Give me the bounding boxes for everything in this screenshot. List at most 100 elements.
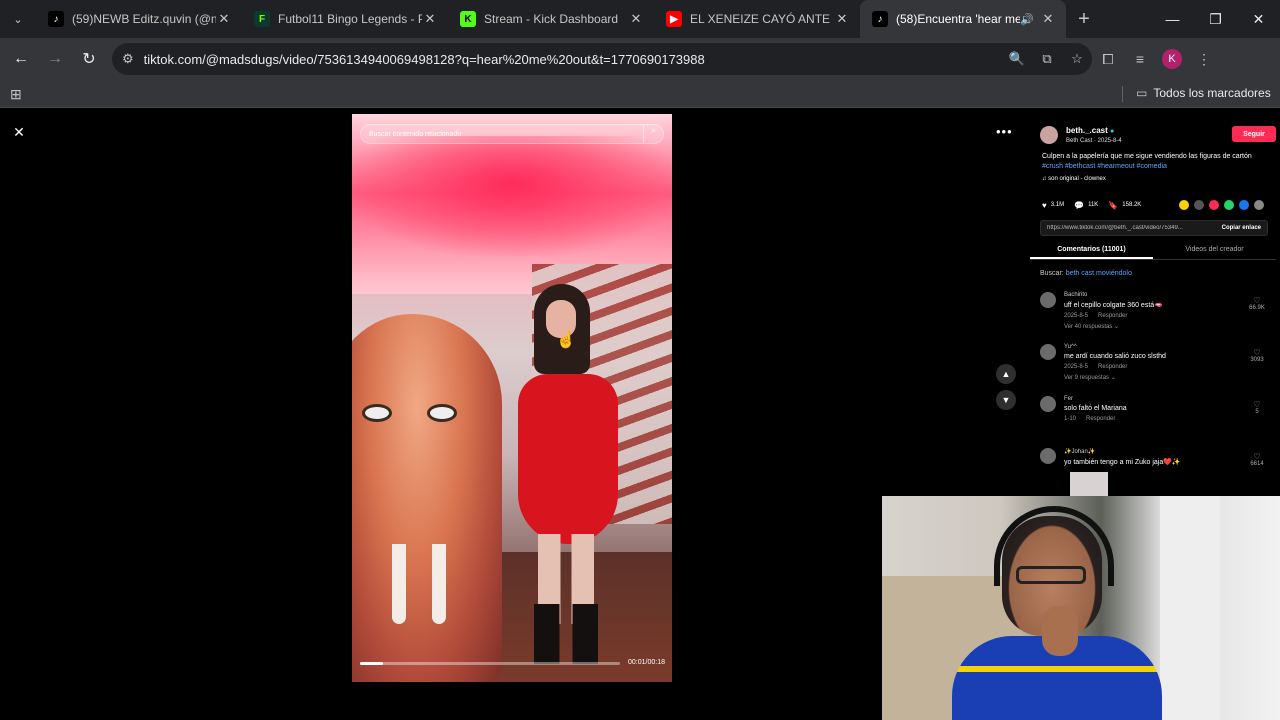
url-text[interactable]: tiktok.com/@madsdugs/video/7536134940069… <box>144 52 1002 67</box>
view-replies[interactable]: Ver 9 respuestas ⌄ <box>1064 374 1276 381</box>
whatsapp-icon[interactable] <box>1224 200 1234 210</box>
cutout-tusk <box>432 544 446 624</box>
heart-outline-icon: ♡ <box>1253 400 1261 409</box>
video-player[interactable]: Buscar contenido relacionado ⌕ ☝ 00:01/0… <box>352 114 672 682</box>
reload-button[interactable]: ↻ <box>72 42 106 76</box>
comment-image-thumbnail[interactable] <box>1070 472 1108 496</box>
author-handle[interactable]: beth._.cast ● <box>1066 126 1232 135</box>
repost-icon[interactable] <box>1179 200 1189 210</box>
post-side-panel: beth._.cast ● Beth Cast · 2025-8-4 Segui… <box>1030 126 1276 486</box>
engagement-row: ♥ 3.1M 💬 11K 🔖 158.2K <box>1042 200 1264 210</box>
reply-button[interactable]: Responder <box>1098 364 1127 370</box>
reply-button[interactable]: Responder <box>1098 313 1127 319</box>
commenter-avatar[interactable] <box>1040 396 1056 412</box>
tab-close-icon[interactable]: ✕ <box>1040 11 1056 27</box>
all-bookmarks-folder[interactable]: ▭ Todos los marcadores <box>1136 86 1271 100</box>
folder-icon: ▭ <box>1136 86 1148 100</box>
forward-button[interactable]: → <box>38 42 72 76</box>
commenter-avatar[interactable] <box>1040 448 1056 464</box>
tab-close-icon[interactable]: ✕ <box>628 11 644 27</box>
hashtags[interactable]: #crush #bethcast #hearmeout #comedia <box>1042 163 1167 170</box>
embed-icon[interactable] <box>1194 200 1204 210</box>
comments-list: Bachirito uff el cepillo colgate 360 est… <box>1030 286 1276 494</box>
video-progress-bar[interactable] <box>360 662 620 665</box>
video-frame-light <box>352 136 672 256</box>
comments-count: 11K <box>1088 202 1099 208</box>
divider <box>1122 86 1123 102</box>
tab-1[interactable]: ♪ (59)NEWB Editz.quvin (@ne ✕ <box>36 0 242 38</box>
author-avatar[interactable] <box>1040 126 1058 144</box>
panel-tabs: Comentarios (11001) Videos del creador <box>1030 240 1276 260</box>
heart-icon: ♥ <box>1042 200 1047 210</box>
cardboard-cutout-figure <box>352 314 502 682</box>
zoom-icon[interactable]: 🔍 <box>1002 51 1032 67</box>
tab-title: EL XENEIZE CAYÓ ANTE EL P <box>690 12 834 26</box>
bookmark-star-icon[interactable]: ☆ <box>1062 51 1092 67</box>
apps-grid-icon[interactable]: ⊞ <box>10 86 22 103</box>
music-link[interactable]: ♫ son original - clownex <box>1042 176 1276 182</box>
red-dress <box>518 374 618 544</box>
comment-meta: 1-10 Responder <box>1064 416 1276 422</box>
search-icon[interactable]: ⌕ <box>643 125 663 143</box>
minimize-icon[interactable]: — <box>1151 0 1194 38</box>
comment-like[interactable]: ♡ 5 <box>1242 400 1272 415</box>
tab-4[interactable]: ▶ EL XENEIZE CAYÓ ANTE EL P ✕ <box>654 0 860 38</box>
restore-icon[interactable]: ❐ <box>1194 0 1237 38</box>
back-button[interactable]: ← <box>4 42 38 76</box>
close-window-icon[interactable]: ✕ <box>1237 0 1280 38</box>
post-description: Culpen a la papelería que me sigue vendi… <box>1042 152 1264 172</box>
comment-like[interactable]: ♡ 3093 <box>1242 348 1272 363</box>
tab-close-icon[interactable]: ✕ <box>834 11 850 27</box>
follow-button[interactable]: Seguir <box>1232 126 1276 142</box>
search-placeholder: Buscar contenido relacionado <box>369 130 462 138</box>
save-stat[interactable]: 🔖 158.2K <box>1108 201 1141 210</box>
comment-item: Yu^^ me ardí cuando salió zuco slsthd 20… <box>1030 338 1276 390</box>
tab-5-active[interactable]: ♪ (58)Encuentra 'hear me o 🔊 ✕ <box>860 0 1066 38</box>
share-icons <box>1174 200 1264 210</box>
menu-icon[interactable]: ⋮ <box>1188 51 1220 68</box>
install-app-icon[interactable]: ⧉ <box>1032 51 1062 67</box>
kick-icon: K <box>460 11 476 27</box>
friends-share-icon[interactable] <box>1209 200 1219 210</box>
address-bar[interactable]: ⚙ tiktok.com/@madsdugs/video/75361349400… <box>112 43 1092 75</box>
commenter-avatar[interactable] <box>1040 344 1056 360</box>
commenter-avatar[interactable] <box>1040 292 1056 308</box>
share-arrow-icon[interactable] <box>1254 200 1264 210</box>
comment-stat[interactable]: 💬 11K <box>1074 201 1098 210</box>
browser-toolbar: ← → ↻ ⚙ tiktok.com/@madsdugs/video/75361… <box>0 38 1280 80</box>
webcam-overlay <box>882 496 1280 720</box>
copy-link-button[interactable]: Copiar enlace <box>1216 225 1267 231</box>
comment-like[interactable]: ♡ 66.9K <box>1242 296 1272 311</box>
media-controls-icon[interactable]: ≡ <box>1124 51 1156 67</box>
comment-date: 1-10 <box>1064 416 1077 422</box>
likes-count: 3.1M <box>1050 202 1065 208</box>
tab-creator-videos[interactable]: Videos del creador <box>1153 240 1276 259</box>
next-video-button[interactable]: ▼ <box>996 390 1016 410</box>
author-handle-text: beth._.cast <box>1066 126 1108 135</box>
reply-button[interactable]: Responder <box>1086 416 1115 422</box>
profile-avatar[interactable]: K <box>1162 49 1182 69</box>
tab-close-icon[interactable]: ✕ <box>422 11 438 27</box>
tab-2[interactable]: F Futbol11 Bingo Legends - Pl ✕ <box>242 0 448 38</box>
search-query[interactable]: beth cast moviéndolo <box>1066 270 1132 277</box>
related-content-search[interactable]: Buscar contenido relacionado ⌕ <box>360 124 664 144</box>
tab-comments[interactable]: Comentarios (11001) <box>1030 240 1153 259</box>
close-icon[interactable]: ✕ <box>10 124 28 142</box>
previous-video-button[interactable]: ▲ <box>996 364 1016 384</box>
comment-like[interactable]: ♡ 6614 <box>1242 452 1272 467</box>
comment-like-count: 3093 <box>1250 357 1264 363</box>
more-options-icon[interactable]: ••• <box>996 124 1013 139</box>
extensions-icon[interactable]: ⧠ <box>1092 51 1124 68</box>
video-link[interactable]: https://www.tiktok.com/@beth._.cast/vide… <box>1047 225 1216 231</box>
suggested-search[interactable]: Buscar: beth cast moviéndolo <box>1040 270 1132 277</box>
audio-playing-icon[interactable]: 🔊 <box>1020 13 1034 26</box>
site-info-icon[interactable]: ⚙ <box>122 51 134 67</box>
tab-close-icon[interactable]: ✕ <box>216 11 232 27</box>
like-stat[interactable]: ♥ 3.1M <box>1042 201 1064 210</box>
facebook-icon[interactable] <box>1239 200 1249 210</box>
tab-3[interactable]: K Stream - Kick Dashboard ✕ <box>448 0 654 38</box>
heart-outline-icon: ♡ <box>1253 452 1261 461</box>
view-replies[interactable]: Ver 40 respuestas ⌄ <box>1064 323 1276 330</box>
new-tab-button[interactable]: + <box>1066 8 1102 31</box>
tab-search-chevron-icon[interactable]: ⌄ <box>0 0 36 38</box>
